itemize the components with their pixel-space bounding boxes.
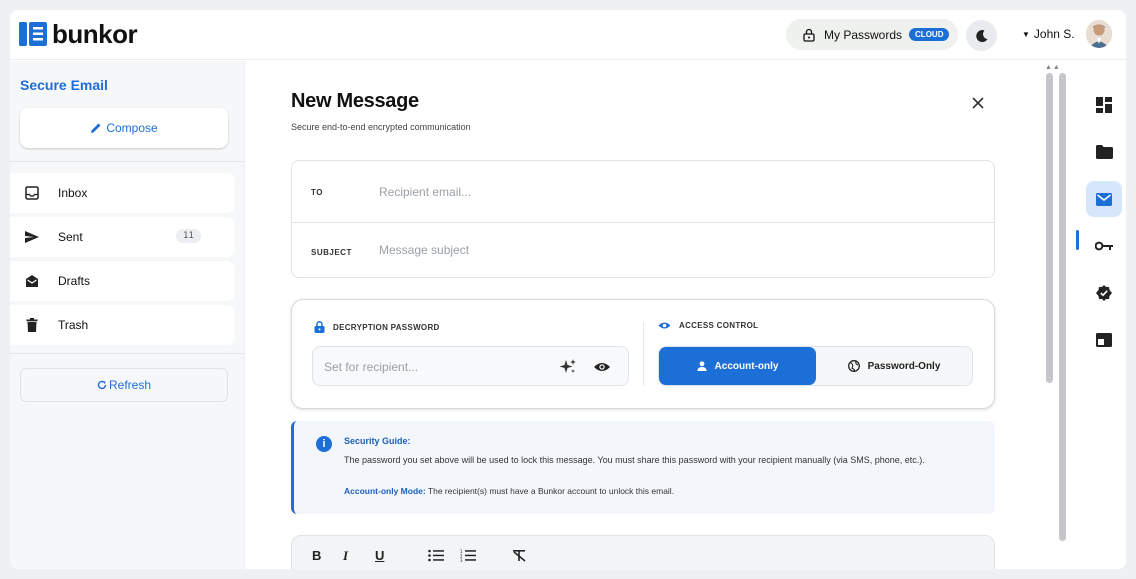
- decryption-password-label: DECRYPTION PASSWORD: [333, 322, 440, 332]
- send-icon: [24, 229, 40, 245]
- top-header: bunkor My Passwords CLOUD ▼ John S.: [10, 10, 1126, 60]
- bunkor-logo-icon: [19, 22, 47, 46]
- key-icon: [1095, 241, 1113, 251]
- logo[interactable]: bunkor: [18, 19, 138, 49]
- scroll-up-arrows[interactable]: ▲▲: [1045, 64, 1061, 71]
- drafts-icon: [24, 273, 40, 289]
- password-input[interactable]: Set for recipient...: [312, 346, 629, 386]
- refresh-icon: [97, 380, 107, 390]
- sidebar-item-label: Inbox: [58, 186, 88, 200]
- app-window: bunkor My Passwords CLOUD ▼ John S. Secu…: [10, 10, 1126, 569]
- my-passwords-label: My Passwords: [824, 27, 903, 42]
- scrollbar-thumb[interactable]: [1059, 73, 1066, 541]
- numbered-list-icon[interactable]: 1 2 3: [460, 549, 476, 562]
- sidebar-item-label: Sent: [58, 230, 83, 244]
- globe-icon: [847, 360, 860, 372]
- subject-label: SUBJECT: [311, 248, 352, 257]
- eye-icon: [658, 322, 671, 329]
- user-name: John S.: [1033, 27, 1075, 41]
- bold-button[interactable]: B: [312, 548, 321, 563]
- scrollbar-thumb[interactable]: [1046, 73, 1053, 383]
- verified-badge-icon: [1096, 285, 1112, 301]
- access-control-header: ACCESS CONTROL: [658, 321, 758, 330]
- inbox-icon: [24, 185, 40, 201]
- sidebar-item-label: Drafts: [58, 274, 91, 288]
- avatar[interactable]: [1086, 20, 1112, 48]
- person-icon: [697, 361, 707, 371]
- underline-button[interactable]: U: [375, 548, 384, 563]
- mail-icon: [1096, 192, 1112, 206]
- guide-text: The password you set above will be used …: [344, 455, 925, 465]
- to-label: TO: [311, 188, 323, 197]
- generate-sparkle-icon[interactable]: [559, 358, 577, 376]
- brand-name: bunkor: [52, 19, 138, 49]
- caret-down-icon: ▼: [1022, 29, 1030, 39]
- rail-verified-button[interactable]: [1086, 275, 1122, 311]
- sidebar-item-sent[interactable]: Sent 11: [10, 217, 235, 257]
- page-title: New Message: [291, 90, 419, 112]
- refresh-button[interactable]: Refresh: [20, 368, 228, 402]
- decryption-password-header: DECRYPTION PASSWORD: [314, 321, 440, 333]
- bulleted-list-icon[interactable]: [428, 549, 444, 562]
- security-card: DECRYPTION PASSWORD Set for recipient...…: [291, 299, 995, 409]
- editor-toolbar: B I U 1 2 3: [291, 535, 995, 569]
- compose-button[interactable]: Compose: [20, 108, 228, 148]
- active-indicator: [1076, 230, 1079, 250]
- password-only-option[interactable]: Password-Only: [816, 347, 972, 385]
- account-only-label: Account-only: [714, 360, 779, 372]
- close-icon[interactable]: [971, 96, 985, 110]
- dashboard-icon: [1096, 97, 1112, 113]
- cloud-badge: CLOUD: [909, 28, 950, 41]
- italic-button[interactable]: I: [343, 548, 348, 564]
- guide-mode-label: Account-only Mode:: [344, 486, 426, 496]
- guide-mode: Account-only Mode: The recipient(s) must…: [344, 486, 674, 496]
- password-placeholder: Set for recipient...: [324, 360, 419, 374]
- recipient-card: TO Recipient email... SUBJECT Message su…: [291, 160, 995, 278]
- rail-window-button[interactable]: [1086, 322, 1122, 358]
- subject-input[interactable]: Message subject: [379, 243, 469, 257]
- avatar-image: [1086, 20, 1112, 48]
- refresh-label: Refresh: [108, 378, 152, 392]
- trash-icon: [24, 317, 40, 333]
- rail-folder-button[interactable]: [1086, 134, 1122, 170]
- sidebar-item-inbox[interactable]: Inbox: [10, 173, 235, 213]
- divider: [10, 161, 245, 162]
- clear-format-icon[interactable]: [512, 549, 527, 562]
- theme-toggle-button[interactable]: [966, 20, 997, 51]
- page-subtitle: Secure end-to-end encrypted communicatio…: [291, 122, 471, 132]
- lock-icon: [803, 28, 815, 42]
- access-control-label: ACCESS CONTROL: [679, 321, 759, 330]
- eye-icon[interactable]: [593, 361, 611, 373]
- divider: [292, 222, 994, 223]
- sidebar-item-label: Trash: [58, 318, 89, 332]
- divider: [10, 353, 245, 354]
- to-input[interactable]: Recipient email...: [379, 185, 471, 199]
- divider: [643, 322, 644, 386]
- pencil-icon: [91, 123, 101, 133]
- compose-label: Compose: [106, 121, 158, 135]
- guide-mode-text: The recipient(s) must have a Bunkor acco…: [425, 486, 675, 496]
- sidebar-title: Secure Email: [20, 77, 108, 93]
- info-icon: i: [316, 436, 332, 452]
- password-only-label: Password-Only: [867, 360, 941, 372]
- lock-icon: [314, 321, 325, 333]
- window-icon: [1096, 333, 1112, 347]
- guide-title: Security Guide:: [344, 436, 411, 446]
- sent-count-badge: 11: [176, 229, 201, 243]
- sidebar-item-trash[interactable]: Trash: [10, 305, 235, 345]
- security-guide: i Security Guide: The password you set a…: [291, 421, 995, 514]
- svg-text:3: 3: [460, 558, 463, 562]
- moon-icon: [975, 29, 987, 42]
- left-sidebar: Secure Email Compose Inbox Sent 11 Draft…: [10, 61, 245, 569]
- sidebar-item-drafts[interactable]: Drafts: [10, 261, 235, 301]
- access-mode-toggle: Account-only Password-Only: [658, 346, 973, 386]
- rail-dashboard-button[interactable]: [1086, 87, 1122, 123]
- rail-keys-button[interactable]: [1086, 228, 1122, 264]
- folder-icon: [1095, 145, 1113, 159]
- right-rail: [1074, 61, 1126, 569]
- account-only-option[interactable]: Account-only: [659, 347, 816, 385]
- user-menu[interactable]: ▼ John S.: [1022, 27, 1075, 41]
- rail-mail-button[interactable]: [1086, 181, 1122, 217]
- my-passwords-button[interactable]: My Passwords CLOUD: [786, 19, 958, 50]
